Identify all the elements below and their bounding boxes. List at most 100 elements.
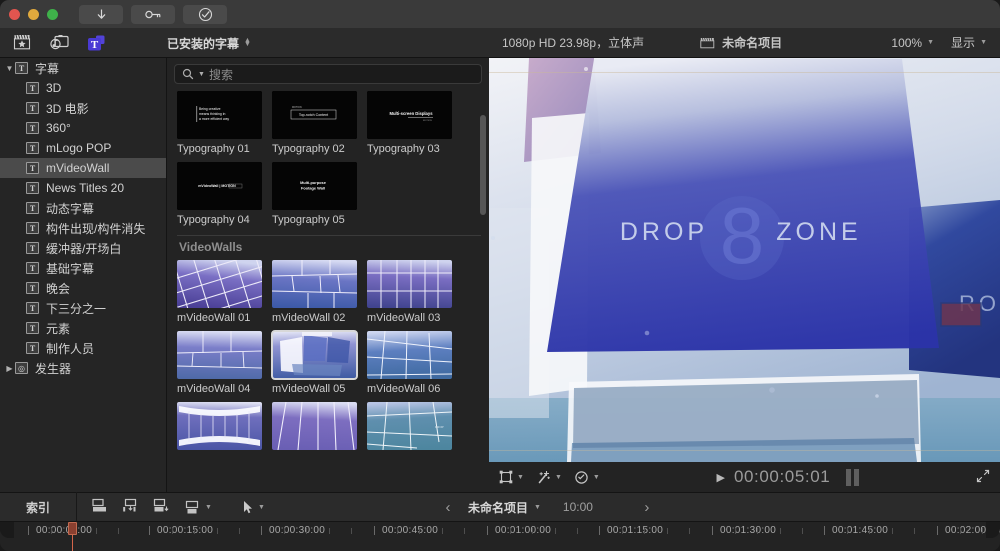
clip-thumbnail[interactable]: Multi-purpose Footage Wall [272,162,357,210]
sidebar-item-15[interactable]: ▶ ◎ 发生器 [0,358,166,378]
ruler-tick-major [374,526,375,535]
clip-cell[interactable]: mVideoWall 05 [271,330,366,395]
clip-thumbnail[interactable] [177,260,262,308]
append-edit-button[interactable] [91,498,108,516]
clip-thumbnail[interactable]: Multi-screen Displays MOTION [367,91,452,139]
previous-project-button[interactable]: ‹ [428,499,468,516]
sidebar-item-4[interactable]: TmLogo POP [0,138,166,158]
clip-cell[interactable]: Being creative means thinking in a more … [177,91,271,155]
disclosure-triangle-icon[interactable]: ▼ [4,64,15,73]
clip-cell[interactable]: mVideoWall | MOTION Typography 04 [177,162,271,226]
background-tasks-button[interactable] [183,4,227,24]
chevron-down-icon: ▼ [205,503,212,511]
sidebar-item-7[interactable]: T 动态字幕 [0,198,166,218]
clip-thumbnail[interactable] [177,331,262,379]
minimize-button[interactable] [28,8,39,20]
clip-label: Typography 01 [177,143,250,155]
sidebar[interactable]: ▼ T 字幕 T 3D T 3D 电影 T 360° TmLogo POP TmVideoWall T… [0,58,167,492]
close-button[interactable] [9,8,20,20]
ruler-tick-major [599,526,600,535]
viewer-canvas[interactable]: ROP 8 DROP ZONE [489,58,1000,462]
clip-thumbnail[interactable]: mVideoWall | MOTION [177,162,262,210]
clip-thumbnail[interactable] [272,402,357,450]
title-icon: T [26,82,39,94]
timeline-ruler-panel[interactable]: 00:00:00:00 00:00:15:00 00:00:30:00 00:00:4… [0,522,1000,551]
transform-control[interactable]: ▼ [499,470,524,484]
sidebar-item-9[interactable]: T 缓冲器/开场白 [0,238,166,258]
clapperboard-icon [13,34,30,50]
clip-thumbnail[interactable]: Being creative means thinking in a more … [177,91,262,139]
sidebar-item-11[interactable]: T 晚会 [0,278,166,298]
zoom-selector[interactable]: 100% ▼ [891,36,934,50]
clip-thumbnail[interactable] [367,331,452,379]
timeline-project-name[interactable]: 未命名项目 [468,499,528,516]
keyframe-button[interactable] [131,4,175,24]
playhead-handle[interactable] [68,522,77,535]
browser-scrollbar[interactable] [480,115,486,215]
zoom-button[interactable] [47,8,58,20]
clip-thumbnail[interactable] [271,330,358,380]
browser-panel[interactable]: ▼ 搜索 Being creative means thinking in a … [167,58,489,492]
next-project-button[interactable]: › [627,499,667,516]
clip-cell[interactable]: Multi-purpose Footage Wall Typography 05 [272,162,366,226]
import-media-button[interactable] [79,4,123,24]
clip-cell[interactable] [177,402,271,450]
svg-text:Multi-screen Displays: Multi-screen Displays [389,111,433,116]
overwrite-edit-button[interactable] [153,498,170,516]
sidebar-item-1[interactable]: T 3D [0,78,166,98]
download-arrow-icon [97,9,105,19]
sidebar-item-6[interactable]: T News Titles 20 [0,178,166,198]
sidebar-item-label: 3D [46,81,62,95]
sidebar-item-5[interactable]: TmVideoWall [0,158,166,178]
sidebar-item-3[interactable]: T 360° [0,118,166,138]
sidebar-item-2[interactable]: T 3D 电影 [0,98,166,118]
index-button[interactable]: 索引 [0,499,76,516]
ruler-tick-minor [644,528,645,534]
ruler-tick-major [261,526,262,535]
chevron-down-icon[interactable]: ▼ [534,504,541,511]
clip-cell[interactable]: Multi-screen Displays MOTION Typography 0… [367,91,461,155]
sidebar-item-14[interactable]: T 制作人员 [0,338,166,358]
search-field[interactable]: ▼ 搜索 [174,64,482,84]
clip-cell[interactable]: mVideoWall 06 [367,331,461,395]
format-info-label: 1080p HD 23.98p，立体声 [502,36,645,50]
ruler-tick-minor [216,528,218,534]
libraries-button[interactable] [11,33,33,53]
clip-thumbnail[interactable]: DROP [367,402,452,450]
clip-cell[interactable]: mVideoWall 04 [177,331,271,395]
fullscreen-button[interactable] [976,469,990,486]
color-board-control[interactable]: ▼ [574,470,600,485]
ruler-tick-major [712,526,713,535]
library-selector[interactable]: 已安装的字幕 ▲ ▼ [167,28,251,58]
overwrite-edit-icon [153,498,169,512]
timecode-display[interactable]: ▶ 00:00:05:01 [600,467,976,487]
sidebar-item-0[interactable]: ▼ T 字幕 [0,58,166,78]
timeline-ruler[interactable]: 00:00:00:00 00:00:15:00 00:00:30:00 00:00:4… [0,522,1000,551]
title-icon: T [26,142,39,154]
clip-cell[interactable]: mVideoWall 02 [272,260,366,324]
title-icon: T [26,322,39,334]
clip-cell[interactable]: MOTION Top-notch Content Typography 02 [272,91,366,155]
sidebar-item-8[interactable]: T 构件出现/构件消失 [0,218,166,238]
clip-cell[interactable]: DROP [367,402,461,450]
insert-edit-button[interactable] [122,498,139,516]
sidebar-item-10[interactable]: T 基础字幕 [0,258,166,278]
sidebar-item-13[interactable]: T 元素 [0,318,166,338]
photos-audio-button[interactable] [48,33,70,53]
clip-cell[interactable]: mVideoWall 01 [177,260,271,324]
clip-cell[interactable]: mVideoWall 03 [367,260,461,324]
disclosure-triangle-icon[interactable]: ▶ [4,364,15,373]
clip-thumbnail[interactable] [177,402,262,450]
titles-generators-button[interactable]: T [85,33,107,53]
enhance-control[interactable]: ▼ [536,470,562,485]
clip-thumbnail[interactable] [272,260,357,308]
sidebar-item-label: 缓冲器/开场白 [46,241,122,256]
select-tool-button[interactable]: ▼ [242,500,265,515]
clip-thumbnail[interactable]: MOTION Top-notch Content [272,91,357,139]
clip-cell[interactable] [272,402,366,450]
display-selector[interactable]: 显示 ▼ [951,34,987,51]
sidebar-item-12[interactable]: T 下三分之一 [0,298,166,318]
replace-edit-button[interactable]: ▼ [184,500,212,515]
ruler-tick-minor [441,528,443,534]
clip-thumbnail[interactable] [367,260,452,308]
